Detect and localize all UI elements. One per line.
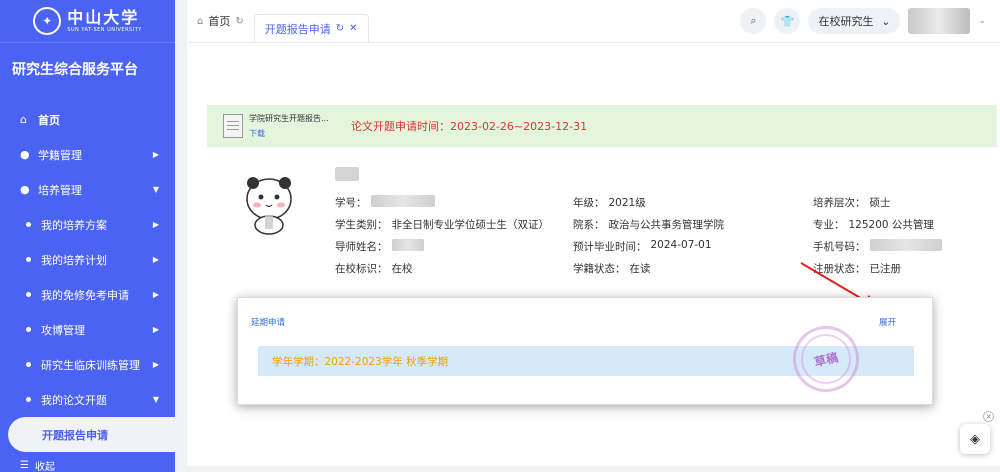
avatar[interactable]	[908, 8, 971, 34]
chevron-down-icon: ▼	[152, 395, 159, 404]
draft-stamp: 草稿	[785, 318, 867, 400]
chevron-down-icon[interactable]: ⌄	[978, 16, 986, 26]
sidebar-item-thesis-proposal[interactable]: 我的论文开题 ▼	[0, 382, 175, 417]
close-icon[interactable]: ✕	[349, 23, 357, 34]
bullet-icon	[26, 397, 31, 402]
horizontal-scrollbar[interactable]	[187, 466, 1000, 472]
home-icon: ⌂	[197, 15, 204, 27]
sidebar-menu: ⌂ 首页 ● 学籍管理 ▶ ● 培养管理 ▼ 我的培养方案 ▶ 我的培养计划 ▶	[0, 102, 175, 452]
close-float-button[interactable]: ✕	[983, 411, 994, 422]
application-period-text: 论文开题申请时间：2023-02-26~2023-12-31	[351, 120, 588, 133]
info-enrollment: 在校标识： 在校	[335, 263, 413, 275]
user-icon: ●	[20, 148, 30, 161]
chevron-right-icon: ▶	[152, 290, 159, 299]
training-submenu: 我的培养方案 ▶ 我的培养计划 ▶ 我的免修免考申请 ▶ 攻博管理 ▶ 研究生临…	[0, 207, 175, 452]
sidebar-item-home[interactable]: ⌂ 首页	[0, 102, 175, 137]
sidebar-item-training-management[interactable]: ● 培养管理 ▼	[0, 172, 175, 207]
chevron-right-icon: ▶	[152, 220, 159, 229]
bullet-icon	[26, 327, 31, 332]
extension-request-link[interactable]: 延期申请	[251, 316, 285, 328]
expand-link[interactable]: 展开	[879, 316, 896, 328]
file-name: 学院研究生开题报告...	[249, 114, 329, 123]
info-category: 学生类别： 非全日制专业学位硕士生（双证）	[335, 219, 549, 231]
shirt-icon: 👕	[780, 14, 795, 28]
sidebar-collapse-button[interactable]: ☰ 收起	[0, 458, 175, 472]
logo-name-cn: 中山大学	[67, 7, 140, 27]
sidebar-item-training-plan-scheme[interactable]: 我的培养方案 ▶	[0, 207, 175, 242]
info-status: 学籍状态： 在读	[573, 263, 651, 275]
chevron-down-icon: ⌄	[881, 14, 891, 28]
theme-button[interactable]: 👕	[774, 8, 801, 34]
proposal-panel: 延期申请 展开 学年学期：2022-2023学年 秋季学期 草稿	[237, 297, 933, 405]
layers-float-button[interactable]: ◈	[960, 424, 990, 454]
chevron-right-icon: ▶	[152, 255, 159, 264]
logo-name-en: SUN YAT-SEN UNIVERSITY	[67, 26, 142, 33]
sidebar-item-clinical-training[interactable]: 研究生临床训练管理 ▶	[0, 347, 175, 382]
refresh-icon[interactable]: ↻	[336, 23, 344, 34]
chevron-down-icon: ▼	[152, 185, 159, 194]
sidebar-item-proposal-application[interactable]: 开题报告申请	[8, 417, 175, 452]
chevron-right-icon: ▶	[152, 150, 159, 159]
student-photo	[243, 165, 295, 237]
top-bar: ⌂ 首页 ↻ 开题报告申请 ↻ ✕ ⌕ 👕 在校研究生 ⌄ ⌄	[187, 0, 1000, 42]
bullet-icon	[26, 362, 31, 367]
collapse-icon: ☰	[20, 459, 29, 471]
user-icon: ●	[20, 183, 30, 196]
info-phone: 手机号码：	[813, 239, 942, 254]
platform-title: 研究生综合服务平台	[0, 42, 175, 94]
sidebar-item-training-plan[interactable]: 我的培养计划 ▶	[0, 242, 175, 277]
info-grade: 年级： 2021级	[573, 197, 646, 209]
info-level: 培养层次： 硕士	[813, 197, 891, 209]
bullet-icon	[26, 257, 31, 262]
sidebar-item-phd-track[interactable]: 攻博管理 ▶	[0, 312, 175, 347]
layers-icon: ◈	[970, 431, 980, 447]
file-icon	[223, 114, 243, 138]
student-name-redacted	[335, 167, 359, 181]
tab-proposal-application[interactable]: 开题报告申请 ↻ ✕	[253, 14, 369, 42]
sidebar-item-exemption[interactable]: 我的免修免考申请 ▶	[0, 277, 175, 312]
sidebar-item-status-management[interactable]: ● 学籍管理 ▶	[0, 137, 175, 172]
refresh-icon[interactable]: ↻	[235, 16, 243, 27]
download-link[interactable]: 下载	[249, 128, 341, 139]
info-graduation: 预计毕业时间： 2024-07-01	[573, 239, 712, 253]
tab-home[interactable]: ⌂ 首页 ↻	[187, 7, 254, 35]
search-icon: ⌕	[750, 14, 757, 27]
university-logo[interactable]: ✦ 中山大学 SUN YAT-SEN UNIVERSITY	[0, 0, 175, 42]
search-button[interactable]: ⌕	[740, 8, 767, 34]
chevron-right-icon: ▶	[152, 325, 159, 334]
role-select[interactable]: 在校研究生 ⌄	[808, 8, 901, 34]
sidebar: ✦ 中山大学 SUN YAT-SEN UNIVERSITY 研究生综合服务平台 …	[0, 0, 175, 472]
notice-bar: 学院研究生开题报告... 下载 论文开题申请时间：2023-02-26~2023…	[207, 105, 997, 147]
main-content: 学院研究生开题报告... 下载 论文开题申请时间：2023-02-26~2023…	[187, 42, 1000, 472]
university-emblem-icon: ✦	[33, 7, 62, 35]
info-major: 专业： 125200 公共管理	[813, 219, 934, 231]
chevron-right-icon: ▶	[152, 360, 159, 369]
home-icon: ⌂	[20, 113, 27, 126]
info-school: 院系： 政治与公共事务管理学院	[573, 219, 724, 231]
info-student-id: 学号：	[335, 195, 435, 210]
info-advisor: 导师姓名：	[335, 239, 424, 254]
bullet-icon	[26, 292, 31, 297]
bullet-icon	[26, 222, 31, 227]
